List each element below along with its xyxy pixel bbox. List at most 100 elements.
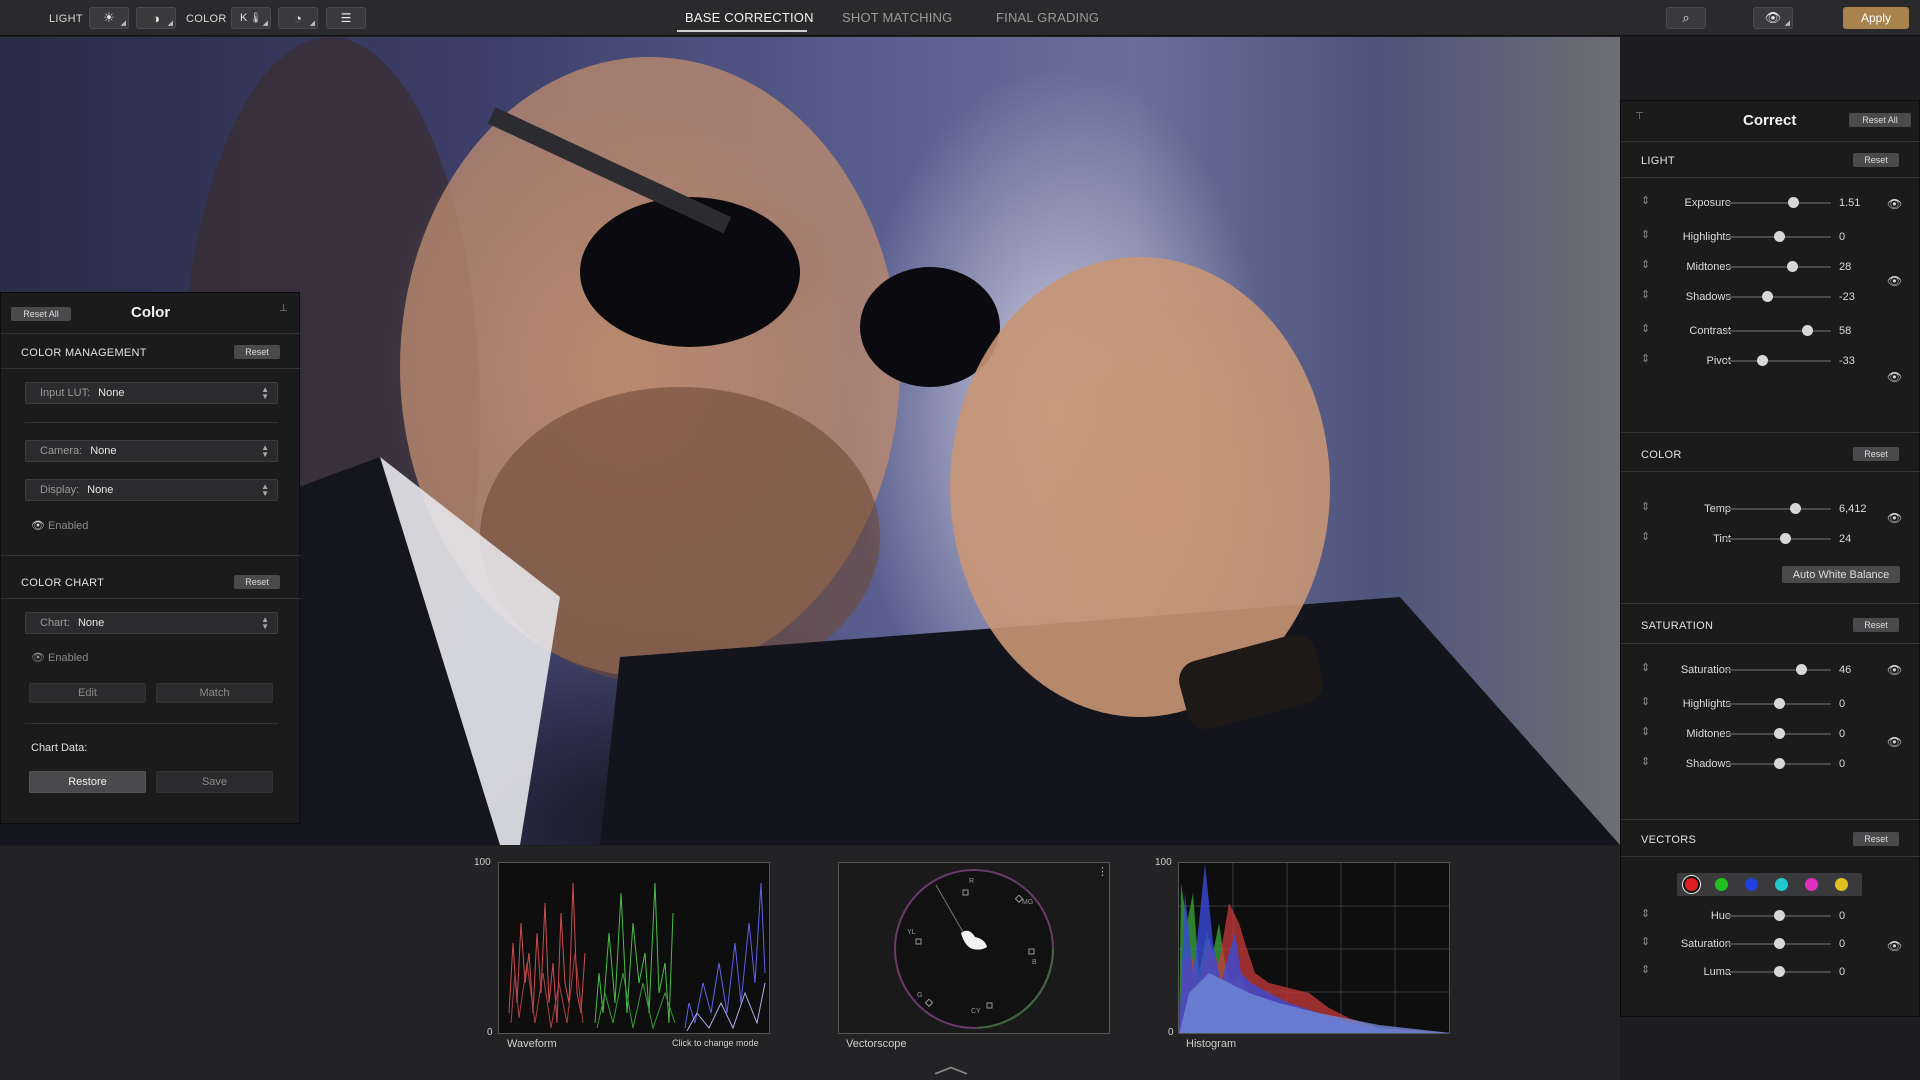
pin-icon[interactable]: ⊥: [279, 303, 288, 314]
slider-value[interactable]: 24: [1839, 533, 1851, 545]
slider-value[interactable]: 0: [1839, 966, 1845, 978]
vector-color-swatch[interactable]: [1715, 878, 1728, 891]
slider-track[interactable]: [1726, 231, 1831, 242]
slider-value[interactable]: 0: [1839, 758, 1845, 770]
slider-track[interactable]: [1726, 758, 1831, 769]
chart-select[interactable]: Chart: None ▲ ▼: [25, 612, 278, 634]
display-select[interactable]: Display: None ▲ ▼: [25, 479, 278, 501]
slider-track[interactable]: [1726, 291, 1831, 302]
reset-knob-icon[interactable]: ⇕: [1641, 194, 1651, 207]
color-reset-button[interactable]: Reset: [1853, 447, 1899, 461]
tab-shot-matching[interactable]: SHOT MATCHING: [842, 10, 952, 25]
slider-value[interactable]: 46: [1839, 664, 1851, 676]
slider-thumb[interactable]: [1761, 291, 1773, 302]
reset-knob-icon[interactable]: ⇕: [1641, 500, 1651, 513]
saturation-reset-button[interactable]: Reset: [1853, 618, 1899, 632]
slider-track[interactable]: [1726, 261, 1831, 272]
saturation-midtones-eye-icon[interactable]: 👁: [1887, 735, 1902, 749]
reset-knob-icon[interactable]: ⇕: [1641, 258, 1651, 271]
slider-track[interactable]: [1726, 197, 1831, 208]
chevron-up-icon[interactable]: ︿: [933, 1048, 968, 1080]
temperature-tool-button[interactable]: K 🌡 ◢: [231, 7, 271, 29]
exposure-eye-icon[interactable]: 👁: [1887, 197, 1902, 211]
reset-knob-icon[interactable]: ⇕: [1641, 907, 1651, 920]
reset-knob-icon[interactable]: ⇕: [1641, 963, 1651, 976]
reset-knob-icon[interactable]: ⇕: [1641, 288, 1651, 301]
slider-thumb[interactable]: [1795, 664, 1807, 675]
vectorscope-scope[interactable]: R MG B CY G YL ⋮: [838, 862, 1110, 1034]
slider-value[interactable]: 6,412: [1839, 503, 1867, 515]
auto-white-balance-button[interactable]: Auto White Balance: [1782, 566, 1900, 583]
slider-value[interactable]: 0: [1839, 698, 1845, 710]
pin-icon[interactable]: ⊤: [1635, 111, 1644, 122]
slider-track[interactable]: [1726, 503, 1831, 514]
vector-color-swatch[interactable]: [1685, 878, 1698, 891]
slider-track[interactable]: [1726, 664, 1831, 675]
slider-track[interactable]: [1726, 966, 1831, 977]
waveform-mode-hint[interactable]: Click to change mode: [672, 1038, 759, 1048]
vectors-reset-button[interactable]: Reset: [1853, 832, 1899, 846]
chart-edit-button[interactable]: Edit: [29, 683, 146, 703]
exposure-tool-button[interactable]: ☀ ◢: [89, 7, 129, 29]
correct-reset-all-button[interactable]: Reset All: [1849, 113, 1911, 127]
contrast-eye-icon[interactable]: 👁: [1887, 370, 1902, 384]
vector-color-swatch[interactable]: [1835, 878, 1848, 891]
color-chart-reset-button[interactable]: Reset: [234, 575, 280, 589]
slider-thumb[interactable]: [1773, 698, 1785, 709]
slider-thumb[interactable]: [1773, 728, 1785, 739]
slider-thumb[interactable]: [1756, 355, 1768, 366]
vector-color-swatch[interactable]: [1805, 878, 1818, 891]
reset-knob-icon[interactable]: ⇕: [1641, 661, 1651, 674]
vector-color-swatch[interactable]: [1745, 878, 1758, 891]
slider-track[interactable]: [1726, 325, 1831, 336]
reset-knob-icon[interactable]: ⇕: [1641, 228, 1651, 241]
vector-color-swatch[interactable]: [1775, 878, 1788, 891]
chart-save-button[interactable]: Save: [156, 771, 273, 793]
apply-button[interactable]: Apply: [1843, 7, 1909, 29]
slider-track[interactable]: [1726, 698, 1831, 709]
slider-thumb[interactable]: [1773, 910, 1785, 921]
reset-knob-icon[interactable]: ⇕: [1641, 725, 1651, 738]
search-button[interactable]: ⌕: [1666, 7, 1706, 29]
color-reset-all-button[interactable]: Reset All: [11, 307, 71, 321]
color-eye-icon[interactable]: 👁: [1887, 511, 1902, 525]
slider-track[interactable]: [1726, 910, 1831, 921]
input-lut-select[interactable]: Input LUT: None ▲ ▼: [25, 382, 278, 404]
chart-match-button[interactable]: Match: [156, 683, 273, 703]
slider-thumb[interactable]: [1773, 231, 1785, 242]
slider-value[interactable]: 0: [1839, 728, 1845, 740]
slider-value[interactable]: 28: [1839, 261, 1851, 273]
slider-track[interactable]: [1726, 533, 1831, 544]
reset-knob-icon[interactable]: ⇕: [1641, 695, 1651, 708]
midtones-eye-icon[interactable]: 👁: [1887, 274, 1902, 288]
slider-value[interactable]: 0: [1839, 910, 1845, 922]
reset-knob-icon[interactable]: ⇕: [1641, 755, 1651, 768]
chart-restore-button[interactable]: Restore: [29, 771, 146, 793]
tab-base-correction[interactable]: BASE CORRECTION: [685, 10, 814, 25]
color-chart-enabled-toggle[interactable]: 👁 Enabled: [31, 651, 88, 664]
slider-thumb[interactable]: [1773, 966, 1785, 977]
reset-knob-icon[interactable]: ⇕: [1641, 322, 1651, 335]
light-reset-button[interactable]: Reset: [1853, 153, 1899, 167]
slider-value[interactable]: 0: [1839, 938, 1845, 950]
camera-select[interactable]: Camera: None ▲ ▼: [25, 440, 278, 462]
slider-track[interactable]: [1726, 938, 1831, 949]
slider-value[interactable]: -23: [1839, 291, 1855, 303]
reset-knob-icon[interactable]: ⇕: [1641, 935, 1651, 948]
vector-saturation-eye-icon[interactable]: 👁: [1887, 939, 1902, 953]
waveform-scope[interactable]: [498, 862, 770, 1034]
slider-value[interactable]: 58: [1839, 325, 1851, 337]
slider-value[interactable]: 0: [1839, 231, 1845, 243]
color-management-enabled-toggle[interactable]: 👁 Enabled: [31, 519, 88, 532]
slider-thumb[interactable]: [1773, 758, 1785, 769]
slider-value[interactable]: 1.51: [1839, 197, 1860, 209]
slider-thumb[interactable]: [1787, 261, 1799, 272]
color-wheel-tool-button[interactable]: ◔ ◢: [278, 7, 318, 29]
saturation-eye-icon[interactable]: 👁: [1887, 663, 1902, 677]
adjustments-tool-button[interactable]: ☰: [326, 7, 366, 29]
reset-knob-icon[interactable]: ⇕: [1641, 530, 1651, 543]
view-toggle-button[interactable]: 👁 ◢: [1753, 7, 1793, 29]
slider-thumb[interactable]: [1779, 533, 1791, 544]
reset-knob-icon[interactable]: ⇕: [1641, 352, 1651, 365]
tab-final-grading[interactable]: FINAL GRADING: [996, 10, 1099, 25]
